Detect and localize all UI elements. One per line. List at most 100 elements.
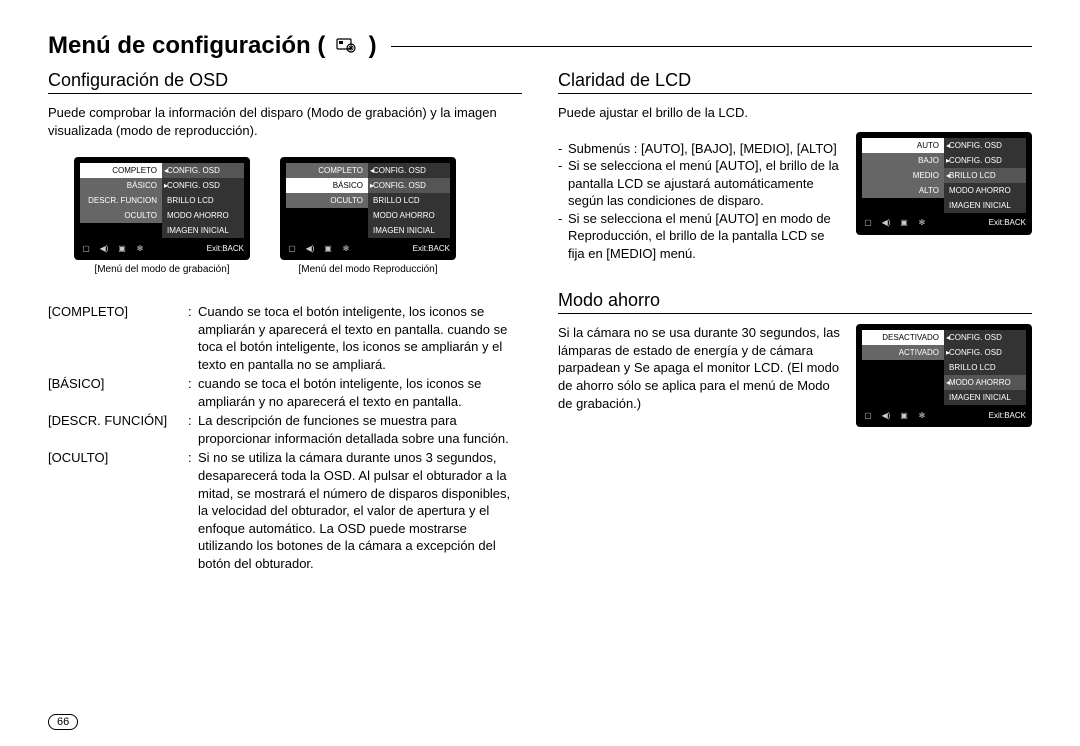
menu-item: BRILLO LCD (368, 193, 450, 208)
manual-page: Menú de configuración ( ) Configuración … (0, 0, 1080, 746)
page-title: Menú de configuración ( ) (48, 32, 385, 60)
footer-icons: ▢◀)▣✻ (862, 411, 928, 420)
page-number-value: 66 (48, 714, 78, 730)
sound-icon: ◀) (880, 411, 892, 420)
sound-icon: ◀) (304, 244, 316, 253)
menu-item: ◂BRILLO LCD (944, 168, 1026, 183)
camera-icon: ▣ (116, 244, 128, 253)
menu-item: MODO AHORRO (368, 208, 450, 223)
camera-icon: ▣ (898, 218, 910, 227)
menu-item: AUTO (862, 138, 944, 153)
display-icon: ▢ (286, 244, 298, 253)
setup2-icon: ✻ (916, 218, 928, 227)
section-title-ahorro: Modo ahorro (558, 290, 1032, 311)
table-row: [OCULTO] : Si no se utiliza la cámara du… (48, 449, 522, 572)
menu-item: BÁSICO (80, 178, 162, 193)
play-icon: ▸ (370, 181, 374, 190)
menu-item: ◂CONFIG. OSD (162, 163, 244, 178)
left-column: Configuración de OSD Puede comprobar la … (48, 70, 522, 574)
menu-item: MODO AHORRO (162, 208, 244, 223)
menu-item: IMAGEN INICIAL (368, 223, 450, 238)
menu-item: IMAGEN INICIAL (944, 390, 1026, 405)
play-icon: ▸ (946, 348, 950, 357)
menu-item: IMAGEN INICIAL (944, 198, 1026, 213)
triangle-left-icon: ◂ (370, 166, 374, 175)
menu-item: BÁSICO (286, 178, 368, 193)
camera-icon: ▣ (322, 244, 334, 253)
menu-screenshots-row: COMPLETO BÁSICO DESCR. FUNCION OCULTO ◂C… (74, 157, 522, 275)
menu-caption: [Menú del modo Reproducción] (299, 264, 438, 275)
def-desc: cuando se toca el botón inteligente, los… (198, 375, 522, 410)
menu-item: ACTIVADO (862, 345, 944, 360)
triangle-left-icon: ◂ (946, 171, 950, 180)
camera-icon: ▣ (898, 411, 910, 420)
menu-item: OCULTO (286, 193, 368, 208)
def-label: [COMPLETO] (48, 303, 188, 373)
menu-item: BRILLO LCD (944, 360, 1026, 375)
display-icon: ▢ (862, 218, 874, 227)
exit-label: Exit:BACK (207, 244, 244, 253)
lcd-bullets: -Submenús : [AUTO], [BAJO], [MEDIO], [AL… (558, 140, 842, 263)
mini-menu-ahorro: DESACTIVADO ACTIVADO ◂CONFIG. OSD ▸CONFI… (856, 324, 1032, 427)
table-row: [BÁSICO] : cuando se toca el botón intel… (48, 375, 522, 410)
menu-block-playback: COMPLETO BÁSICO OCULTO ◂CONFIG. OSD ▸CON… (280, 157, 456, 275)
menu-item: DESCR. FUNCION (80, 193, 162, 208)
def-label: [BÁSICO] (48, 375, 188, 410)
title-prefix: Menú de configuración ( (48, 32, 332, 59)
menu-footer: ▢ ◀) ▣ ✻ Exit:BACK (80, 240, 244, 256)
definitions-table: [COMPLETO] : Cuando se toca el botón int… (48, 303, 522, 572)
table-row: [DESCR. FUNCIÓN] : La descripción de fun… (48, 412, 522, 447)
section-title-lcd: Claridad de LCD (558, 70, 1032, 91)
menu-footer: ▢ ◀) ▣ ✻ Exit:BACK (862, 215, 1026, 231)
triangle-left-icon: ◂ (164, 166, 168, 175)
menu-item: ▸CONFIG. OSD (944, 345, 1026, 360)
menu-item: BAJO (862, 153, 944, 168)
menu-item: BRILLO LCD (162, 193, 244, 208)
sound-icon: ◀) (880, 218, 892, 227)
def-desc: Cuando se toca el botón inteligente, los… (198, 303, 522, 373)
menu-item: DESACTIVADO (862, 330, 944, 345)
exit-label: Exit:BACK (989, 218, 1026, 227)
menu-item: ◂CONFIG. OSD (944, 138, 1026, 153)
menu-item: OCULTO (80, 208, 162, 223)
page-title-row: Menú de configuración ( ) (48, 32, 1032, 60)
def-desc: Si no se utiliza la cámara durante unos … (198, 449, 522, 572)
lcd-intro-text: Puede ajustar el brillo de la LCD. (558, 104, 1032, 122)
title-divider (391, 46, 1032, 47)
ahorro-text: Si la cámara no se usa durante 30 segund… (558, 324, 842, 412)
menu-block-recording: COMPLETO BÁSICO DESCR. FUNCION OCULTO ◂C… (74, 157, 250, 275)
footer-icons: ▢ ◀) ▣ ✻ (286, 244, 352, 253)
setup2-icon: ✻ (134, 244, 146, 253)
def-desc: La descripción de funciones se muestra p… (198, 412, 522, 447)
sound-icon: ◀) (98, 244, 110, 253)
menu-item: ALTO (862, 183, 944, 198)
mini-menu-recording: COMPLETO BÁSICO DESCR. FUNCION OCULTO ◂C… (74, 157, 250, 260)
menu-item: ◂MODO AHORRO (944, 375, 1026, 390)
menu-item: MEDIO (862, 168, 944, 183)
section-divider (48, 93, 522, 94)
bullet-text: Si se selecciona el menú [AUTO] en modo … (568, 210, 842, 263)
menu-item: ▸CONFIG. OSD (944, 153, 1026, 168)
menu-caption: [Menú del modo de grabación] (94, 264, 229, 275)
menu-item: ◂CONFIG. OSD (368, 163, 450, 178)
exit-label: Exit:BACK (413, 244, 450, 253)
footer-icons: ▢ ◀) ▣ ✻ (862, 218, 928, 227)
menu-item: COMPLETO (286, 163, 368, 178)
section-divider (558, 93, 1032, 94)
section-divider (558, 313, 1032, 314)
setup2-icon: ✻ (916, 411, 928, 420)
mini-menu-lcd: AUTO BAJO MEDIO ALTO ◂CONFIG. OSD ▸CONFI… (856, 132, 1032, 235)
setup2-icon: ✻ (340, 244, 352, 253)
menu-item: IMAGEN INICIAL (162, 223, 244, 238)
bullet-text: Submenús : [AUTO], [BAJO], [MEDIO], [ALT… (568, 140, 842, 158)
osd-intro-text: Puede comprobar la información del dispa… (48, 104, 522, 139)
display-icon: ▢ (80, 244, 92, 253)
triangle-left-icon: ◂ (946, 378, 950, 387)
section-title-osd: Configuración de OSD (48, 70, 522, 91)
menu-item: ◂CONFIG. OSD (944, 330, 1026, 345)
footer-icons: ▢ ◀) ▣ ✻ (80, 244, 146, 253)
page-number: 66 (48, 714, 78, 730)
bullet-text: Si se selecciona el menú [AUTO], el bril… (568, 157, 842, 210)
menu-item: ▸CONFIG. OSD (162, 178, 244, 193)
menu-item: COMPLETO (80, 163, 162, 178)
